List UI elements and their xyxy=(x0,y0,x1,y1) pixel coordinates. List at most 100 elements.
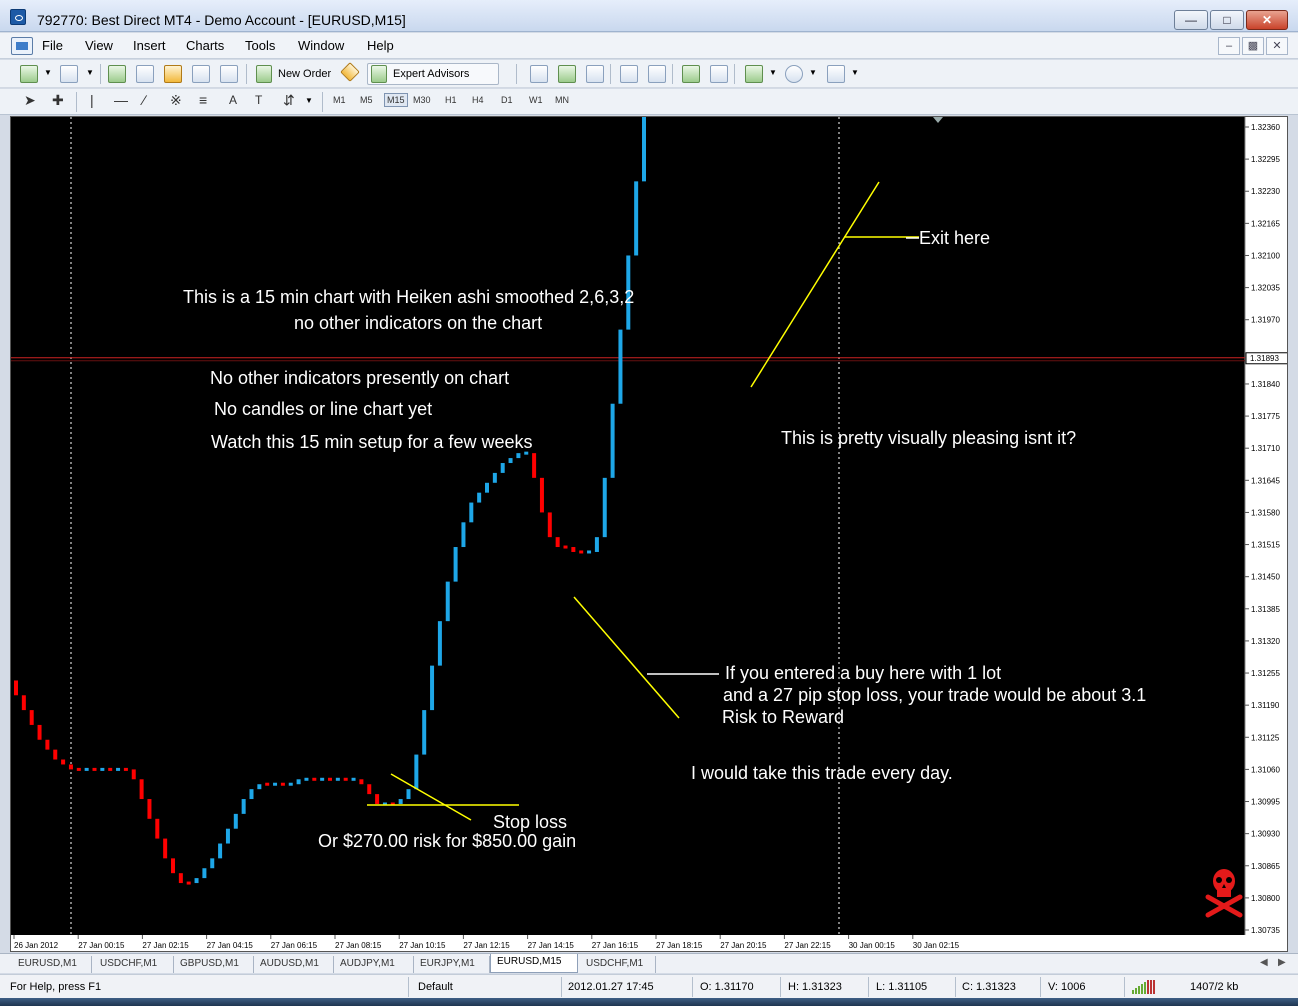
dropdown-arrow-icon[interactable]: ▼ xyxy=(305,96,313,105)
child-close-button[interactable]: ✕ xyxy=(1266,37,1288,55)
auto-scroll-icon[interactable] xyxy=(682,65,700,83)
pullback-trendline[interactable] xyxy=(573,596,680,719)
timeframe-d1[interactable]: D1 xyxy=(501,95,513,105)
heiken-ashi-bar xyxy=(21,695,26,711)
bar-chart-icon[interactable] xyxy=(530,65,548,83)
time-tick-label: 27 Jan 04:15 xyxy=(207,941,254,950)
tab-audjpy-m1[interactable]: AUDJPY,M1 xyxy=(334,956,414,973)
timeframe-m30[interactable]: M30 xyxy=(413,95,431,105)
tab-eurusd-m15[interactable]: EURUSD,M15 xyxy=(490,954,578,973)
heiken-ashi-bar xyxy=(155,818,160,839)
tab-scroll-right-icon[interactable]: ▶ xyxy=(1278,957,1286,968)
tab-audusd-m1[interactable]: AUDUSD,M1 xyxy=(254,956,334,973)
heiken-ashi-bar xyxy=(587,550,592,554)
close-button[interactable]: ✕ xyxy=(1246,10,1288,30)
dropdown-arrow-icon[interactable]: ▼ xyxy=(769,68,777,77)
child-minimize-button[interactable]: – xyxy=(1218,37,1240,55)
status-bar: For Help, press F1 Default 2012.01.27 17… xyxy=(0,974,1298,998)
cursor-arrow-icon[interactable]: ➤ xyxy=(24,92,36,109)
minimize-button[interactable]: — xyxy=(1174,10,1208,30)
text-tool-icon[interactable]: A xyxy=(229,93,237,107)
heiken-ashi-bar xyxy=(14,680,18,696)
indicators-icon[interactable] xyxy=(745,65,763,83)
market-watch-icon[interactable] xyxy=(108,65,126,83)
profiles-icon[interactable] xyxy=(60,65,78,83)
crosshair-icon[interactable]: ✚ xyxy=(52,92,64,109)
menu-file[interactable]: File xyxy=(42,38,63,53)
timeframe-h1[interactable]: H1 xyxy=(445,95,457,105)
document-icon[interactable] xyxy=(11,37,33,55)
dropdown-arrow-icon[interactable]: ▼ xyxy=(851,68,859,77)
terminal-icon[interactable] xyxy=(192,65,210,83)
new-order-icon[interactable] xyxy=(256,65,272,83)
tab-gbpusd-m1[interactable]: GBPUSD,M1 xyxy=(174,956,254,973)
new-chart-icon[interactable] xyxy=(20,65,38,83)
menu-insert[interactable]: Insert xyxy=(133,38,166,53)
tab-usdchf-m1-2[interactable]: USDCHF,M1 xyxy=(580,956,656,973)
price-tick-label: 1.32360 xyxy=(1251,123,1280,132)
heiken-ashi-bar xyxy=(296,779,301,785)
dropdown-arrow-icon[interactable]: ▼ xyxy=(44,68,52,77)
chart-shift-icon[interactable] xyxy=(710,65,728,83)
timeframe-mn[interactable]: MN xyxy=(555,95,569,105)
stop-loss-diagonal-line[interactable] xyxy=(390,773,472,821)
navigator-icon[interactable] xyxy=(164,65,182,83)
horizontal-line-icon[interactable]: — xyxy=(114,92,128,108)
line-chart-icon[interactable] xyxy=(586,65,604,83)
zoom-out-icon[interactable] xyxy=(648,65,666,83)
timeframe-m1[interactable]: M1 xyxy=(333,95,346,105)
timeframe-w1[interactable]: W1 xyxy=(529,95,543,105)
annotation-no-indicators-present: No other indicators presently on chart xyxy=(210,368,510,388)
strategy-tester-icon[interactable] xyxy=(220,65,238,83)
menu-help[interactable]: Help xyxy=(367,38,394,53)
trendline-icon[interactable]: ∕ xyxy=(143,92,145,108)
child-restore-button[interactable]: ▩ xyxy=(1242,37,1264,55)
title-bar: 792770: Best Direct MT4 - Demo Account -… xyxy=(0,0,1298,32)
chart-shift-marker-icon[interactable] xyxy=(933,117,943,123)
toolbar-separator xyxy=(246,64,247,84)
tab-scroll-left-icon[interactable]: ◀ xyxy=(1260,957,1268,968)
periods-clock-icon[interactable] xyxy=(785,65,803,83)
zoom-in-icon[interactable] xyxy=(620,65,638,83)
data-window-icon[interactable] xyxy=(136,65,154,83)
menu-view[interactable]: View xyxy=(85,38,113,53)
chart-canvas[interactable]: 1.32360 1.32295 1.32230 1.32165 1.32100 1.320… xyxy=(11,117,1288,952)
heiken-ashi-bar xyxy=(29,710,34,725)
menu-tools[interactable]: Tools xyxy=(245,38,275,53)
text-label-icon[interactable]: T xyxy=(255,93,262,107)
menu-window[interactable]: Window xyxy=(298,38,344,53)
timeframe-m5[interactable]: M5 xyxy=(360,95,373,105)
price-chart[interactable]: 1.32360 1.32295 1.32230 1.32165 1.32100 1.320… xyxy=(10,116,1288,952)
time-tick-label: 26 Jan 2012 xyxy=(14,941,59,950)
timeframe-h4[interactable]: H4 xyxy=(472,95,484,105)
arrows-icon[interactable]: ⇵ xyxy=(283,92,295,109)
templates-icon[interactable] xyxy=(827,65,845,83)
new-order-button[interactable]: New Order xyxy=(278,68,331,80)
dropdown-arrow-icon[interactable]: ▼ xyxy=(809,68,817,77)
chart-tabs: EURUSD,M1 USDCHF,M1 GBPUSD,M1 AUDUSD,M1 … xyxy=(0,953,1298,973)
tab-usdchf-m1[interactable]: USDCHF,M1 xyxy=(94,956,174,973)
price-tick-label: 1.31580 xyxy=(1251,508,1280,517)
menu-bar: File View Insert Charts Tools Window Hel… xyxy=(0,33,1298,59)
status-traffic: 1407/2 kb xyxy=(1190,981,1239,993)
connection-status-icon[interactable] xyxy=(1132,980,1158,994)
metaeditor-icon[interactable] xyxy=(340,62,360,82)
skull-crossbones-icon xyxy=(1205,869,1243,918)
tab-eurjpy-m1[interactable]: EURJPY,M1 xyxy=(414,956,490,973)
fibonacci-icon[interactable]: ≡ xyxy=(199,92,207,108)
heiken-ashi-bar xyxy=(634,181,639,256)
timeframe-m15[interactable]: M15 xyxy=(384,93,408,107)
toolbar-separator xyxy=(100,64,101,84)
vertical-line-icon[interactable]: | xyxy=(90,92,94,108)
equidistant-channel-icon[interactable]: ※ xyxy=(170,92,182,109)
maximize-button[interactable]: □ xyxy=(1210,10,1244,30)
toolbar-separator xyxy=(76,92,77,112)
tab-eurusd-m1[interactable]: EURUSD,M1 xyxy=(12,956,92,973)
heiken-ashi-bar xyxy=(163,838,168,859)
heiken-ashi-bar xyxy=(492,472,497,483)
expert-advisors-button[interactable]: Expert Advisors xyxy=(367,63,499,85)
menu-charts[interactable]: Charts xyxy=(186,38,224,53)
candlesticks-icon[interactable] xyxy=(558,65,576,83)
uptrend-trendline[interactable] xyxy=(750,181,880,388)
dropdown-arrow-icon[interactable]: ▼ xyxy=(86,68,94,77)
